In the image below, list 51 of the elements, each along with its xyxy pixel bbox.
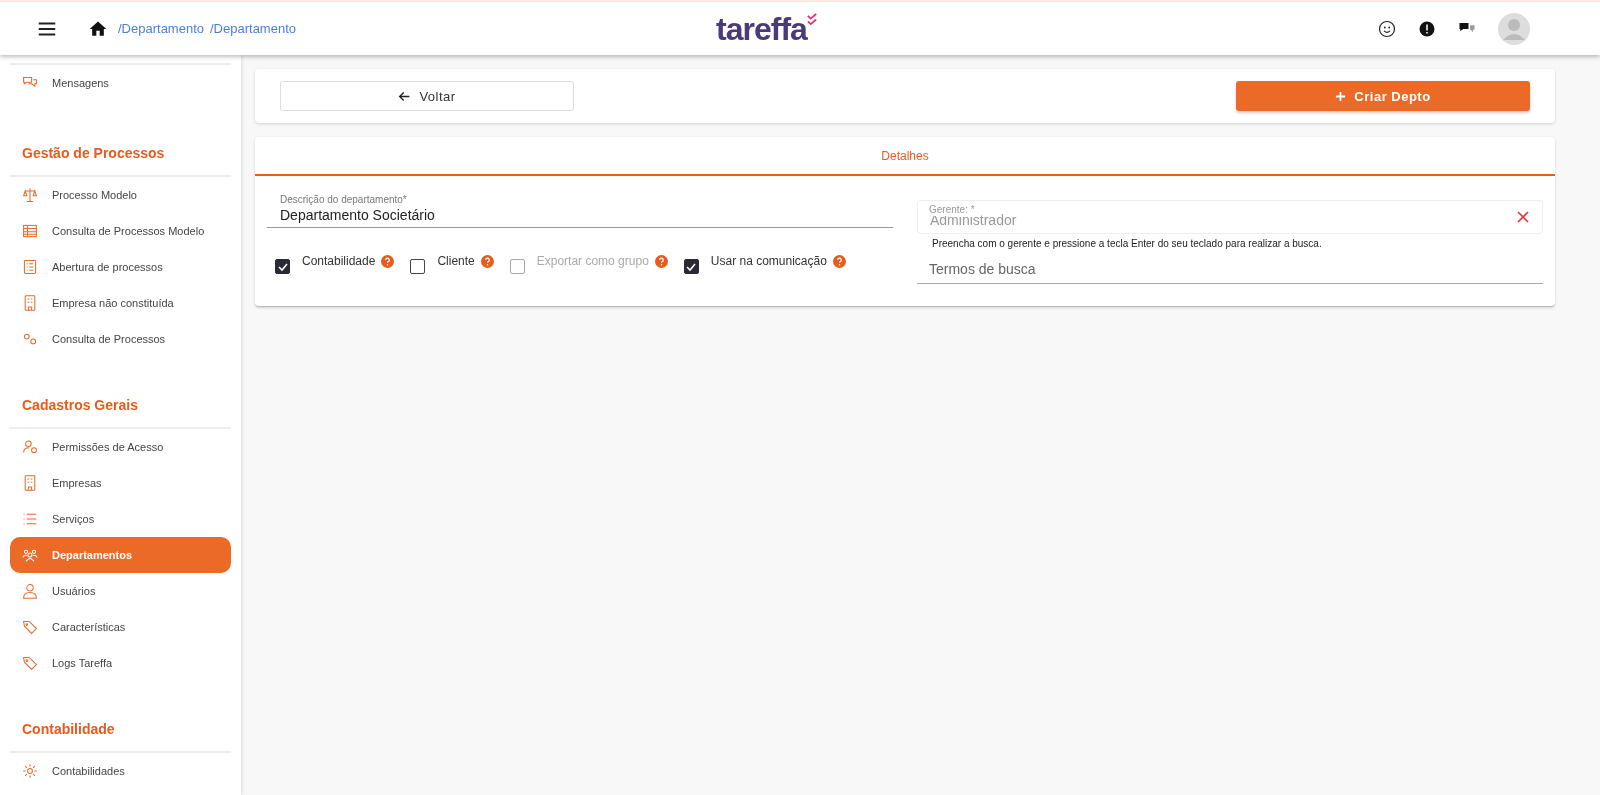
user-gear-icon	[22, 439, 38, 455]
nav-item[interactable]: Processo Modelo	[10, 177, 231, 213]
table-icon	[22, 223, 38, 239]
section-heading: Cadastros Gerais	[10, 385, 231, 429]
tag-icon	[22, 619, 38, 635]
nav-item[interactable]: Usuários	[10, 573, 231, 609]
nav-item[interactable]: Empresa não constituída	[10, 285, 231, 321]
back-button[interactable]: Voltar	[280, 81, 574, 111]
nav-item[interactable]: Serviços	[10, 501, 231, 537]
help-icon[interactable]	[480, 255, 494, 268]
checkbox-label: Exportar como grupo	[536, 254, 649, 268]
section-heading: Gestão de Processos	[10, 133, 231, 177]
nav-item[interactable]: Consulta de Processos Modelo	[10, 213, 231, 249]
smiley-icon[interactable]	[1378, 19, 1396, 38]
user-icon	[22, 583, 38, 599]
checkbox-label: Usar na comunicação	[710, 254, 827, 268]
nav-item[interactable]: Mensagens	[10, 65, 231, 101]
help-icon[interactable]	[381, 255, 395, 268]
check-marks-icon	[806, 12, 818, 26]
checkbox[interactable]	[683, 259, 699, 274]
checkbox-label: Contabilidade	[302, 254, 376, 268]
hint-text: Preencha com o gerente e pressione a tecla Enter do seu teclado para realizar a busca.	[931, 237, 1323, 249]
breadcrumb-link[interactable]: /Departamento	[118, 21, 204, 36]
details-tab[interactable]: Detalhes	[881, 137, 929, 174]
gears-icon	[22, 331, 38, 347]
checklist-icon	[22, 259, 38, 275]
description-field[interactable]: Descrição do departamento* Departamento Societário	[267, 190, 893, 228]
tag-icon	[22, 655, 38, 671]
plus-icon	[1335, 90, 1347, 102]
nav-item[interactable]: Características	[10, 609, 231, 645]
settings-icon	[22, 763, 38, 779]
breadcrumb-link[interactable]: /Departamento	[210, 21, 296, 36]
building-icon	[22, 475, 38, 491]
people-icon	[22, 547, 38, 563]
checkbox-label: Cliente	[437, 254, 475, 268]
nav-item[interactable]: Abertura de processos	[10, 249, 231, 285]
section-heading: Contabilidade	[10, 709, 231, 753]
nav-item[interactable]: Contabilidades	[10, 753, 231, 789]
help-icon[interactable]	[832, 255, 846, 268]
nav-item[interactable]: Empresas	[10, 465, 231, 501]
nav-item[interactable]: Logs Tareffa	[10, 645, 231, 681]
nav-item[interactable]: Permissões de Acesso	[10, 429, 231, 465]
scale-icon	[22, 187, 38, 203]
checkbox[interactable]	[410, 259, 426, 274]
help-icon[interactable]	[654, 255, 668, 268]
logo-text: tareffa	[716, 12, 807, 45]
checkbox[interactable]	[275, 259, 290, 274]
arrow-left-icon	[398, 89, 412, 103]
nav-item[interactable]: Consulta de Processos	[10, 321, 231, 357]
alert-icon[interactable]	[1418, 19, 1436, 38]
building-icon	[22, 295, 38, 311]
